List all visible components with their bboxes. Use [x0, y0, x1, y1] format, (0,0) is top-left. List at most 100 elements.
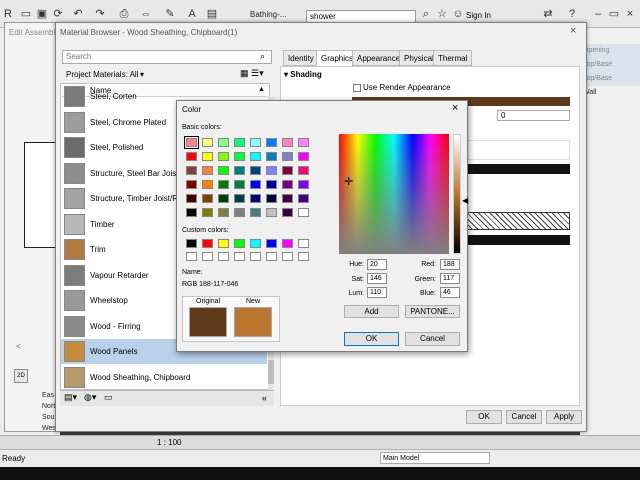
star-icon[interactable]: ☆ — [436, 8, 448, 20]
model-selector[interactable]: Main Model — [380, 452, 490, 464]
green-input[interactable]: 117 — [440, 273, 460, 284]
crosshair-icon[interactable]: ✛ — [344, 177, 353, 188]
render-appearance-checkbox[interactable] — [353, 84, 361, 92]
custom-color-cell[interactable] — [234, 252, 245, 261]
surface-pattern-color[interactable] — [466, 164, 570, 174]
basic-color-cell[interactable] — [234, 208, 245, 217]
basic-color-cell[interactable] — [282, 138, 293, 147]
undo-icon[interactable]: ↶ — [72, 8, 84, 20]
app-icon[interactable]: R — [2, 8, 14, 20]
basic-color-cell[interactable] — [282, 208, 293, 217]
basic-color-cell[interactable] — [266, 208, 277, 217]
basic-color-cell[interactable] — [282, 152, 293, 161]
scroll-left-icon[interactable]: < — [16, 342, 21, 351]
luminance-slider[interactable] — [453, 134, 461, 254]
tab-thermal[interactable]: Thermal — [433, 50, 473, 66]
search-icon[interactable]: ⌕ — [260, 51, 265, 62]
cut-pattern-color[interactable] — [466, 235, 570, 245]
basic-color-cell[interactable] — [282, 180, 293, 189]
sync-icon[interactable]: ⟳ — [52, 8, 64, 20]
close-icon[interactable]: × — [452, 102, 458, 114]
basic-color-cell[interactable] — [234, 194, 245, 203]
basic-color-cell[interactable] — [202, 138, 213, 147]
close-icon[interactable]: × — [570, 25, 576, 37]
window-icon[interactable]: ▤ — [206, 8, 218, 20]
exchange-icon[interactable]: ⇄ — [542, 8, 554, 20]
basic-color-cell[interactable] — [184, 136, 199, 149]
view-options-icon[interactable]: ▦ ☰▾ — [240, 68, 264, 79]
chevron-down-icon[interactable]: ▾ — [140, 70, 144, 79]
sat-input[interactable]: 146 — [367, 273, 387, 284]
basic-color-cell[interactable] — [218, 208, 229, 217]
pantone-button[interactable]: PANTONE... — [405, 305, 460, 318]
basic-color-cell[interactable] — [234, 166, 245, 175]
basic-color-cell[interactable] — [298, 194, 309, 203]
shading-section-label[interactable]: ▾ Shading — [284, 70, 322, 79]
help-icon[interactable]: ? — [566, 8, 578, 20]
library-icon[interactable]: ▤▾ — [64, 392, 77, 403]
basic-color-cell[interactable] — [186, 152, 197, 161]
basic-color-cell[interactable] — [266, 194, 277, 203]
transparency-field[interactable]: 0 — [497, 110, 570, 121]
add-custom-color-button[interactable]: Add — [344, 305, 399, 318]
basic-color-cell[interactable] — [250, 194, 261, 203]
basic-color-cell[interactable] — [298, 138, 309, 147]
redo-icon[interactable]: ↷ — [94, 8, 106, 20]
basic-color-cell[interactable] — [298, 166, 309, 175]
panel-icon[interactable]: ▭ — [104, 392, 113, 403]
red-input[interactable]: 188 — [440, 259, 460, 270]
custom-color-cell[interactable] — [266, 239, 277, 248]
print-icon[interactable]: ⎙ — [118, 8, 130, 20]
basic-color-cell[interactable] — [186, 208, 197, 217]
basic-color-cell[interactable] — [266, 138, 277, 147]
apply-button[interactable]: Apply — [546, 410, 582, 424]
cancel-button[interactable]: Cancel — [506, 410, 542, 424]
basic-color-cell[interactable] — [234, 152, 245, 161]
basic-color-cell[interactable] — [298, 152, 309, 161]
custom-color-cell[interactable] — [202, 239, 213, 248]
surface-pattern-swatch[interactable] — [466, 140, 570, 160]
custom-color-cell[interactable] — [298, 239, 309, 248]
basic-color-cell[interactable] — [186, 180, 197, 189]
basic-color-cell[interactable] — [202, 208, 213, 217]
custom-color-cell[interactable] — [250, 239, 261, 248]
custom-color-cell[interactable] — [282, 239, 293, 248]
basic-color-cell[interactable] — [266, 180, 277, 189]
view-list-item[interactable]: Nort — [42, 403, 55, 410]
custom-color-cell[interactable] — [234, 239, 245, 248]
collapse-icon[interactable]: « — [262, 393, 267, 403]
basic-color-cell[interactable] — [298, 180, 309, 189]
basic-color-cell[interactable] — [202, 194, 213, 203]
color-spectrum[interactable] — [339, 134, 449, 254]
basic-color-cell[interactable] — [218, 194, 229, 203]
cancel-button[interactable]: Cancel — [405, 332, 460, 346]
view-list-item[interactable]: Sou — [42, 414, 54, 421]
basic-color-cell[interactable] — [250, 152, 261, 161]
basic-color-cell[interactable] — [282, 194, 293, 203]
view-list-item[interactable]: Eas — [42, 392, 54, 399]
basic-color-cell[interactable] — [234, 138, 245, 147]
basic-color-cell[interactable] — [218, 180, 229, 189]
view-list-item[interactable]: Wes — [42, 425, 56, 432]
basic-color-cell[interactable] — [250, 138, 261, 147]
lum-input[interactable]: 110 — [367, 287, 387, 298]
basic-color-cell[interactable] — [202, 152, 213, 161]
basic-color-cell[interactable] — [186, 166, 197, 175]
custom-color-cell[interactable] — [202, 252, 213, 261]
globe-icon[interactable]: ◍▾ — [84, 392, 96, 403]
toggle-2d-icon[interactable]: 2D — [14, 369, 28, 383]
cut-pattern-swatch[interactable] — [466, 212, 570, 230]
custom-color-cell[interactable] — [186, 239, 197, 248]
custom-color-cell[interactable] — [282, 252, 293, 261]
binoculars-icon[interactable]: ⌕ — [420, 8, 432, 20]
basic-color-cell[interactable] — [186, 194, 197, 203]
basic-color-cell[interactable] — [202, 166, 213, 175]
basic-color-cell[interactable] — [266, 152, 277, 161]
basic-color-cell[interactable] — [250, 208, 261, 217]
basic-color-cell[interactable] — [298, 208, 309, 217]
ok-button[interactable]: OK — [344, 332, 399, 346]
luminance-arrow-icon[interactable]: ◀ — [462, 196, 468, 205]
custom-color-cell[interactable] — [218, 252, 229, 261]
custom-color-cell[interactable] — [298, 252, 309, 261]
user-icon[interactable]: ☺ — [452, 8, 464, 20]
